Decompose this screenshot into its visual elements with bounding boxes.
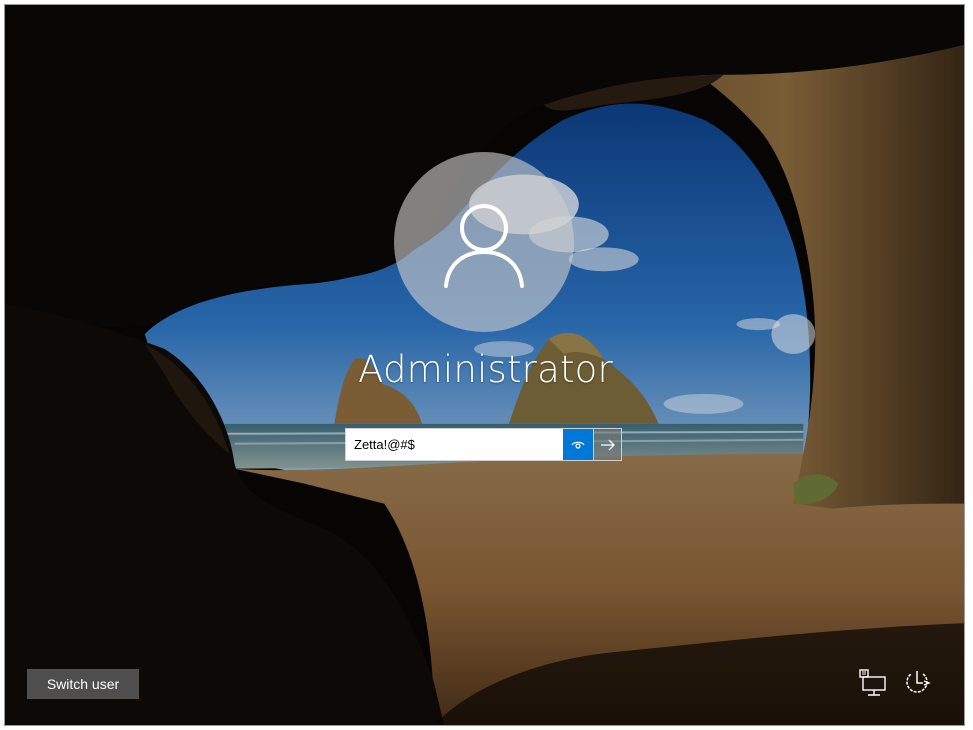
- lock-screen: Administrator Switch user: [4, 4, 965, 726]
- user-name: Administrator: [358, 348, 613, 391]
- password-input[interactable]: [346, 429, 563, 460]
- user-avatar: [394, 152, 574, 332]
- power-button[interactable]: [902, 667, 934, 699]
- submit-button[interactable]: [593, 429, 621, 460]
- reveal-password-button[interactable]: [563, 429, 593, 460]
- switch-user-button[interactable]: Switch user: [27, 669, 139, 699]
- network-button[interactable]: [857, 667, 889, 699]
- arrow-right-icon: [600, 439, 615, 450]
- eye-icon: [571, 441, 585, 449]
- power-icon: [906, 671, 931, 693]
- password-row: [345, 428, 622, 461]
- user-silhouette-icon: [444, 204, 524, 288]
- network-icon: [859, 669, 886, 696]
